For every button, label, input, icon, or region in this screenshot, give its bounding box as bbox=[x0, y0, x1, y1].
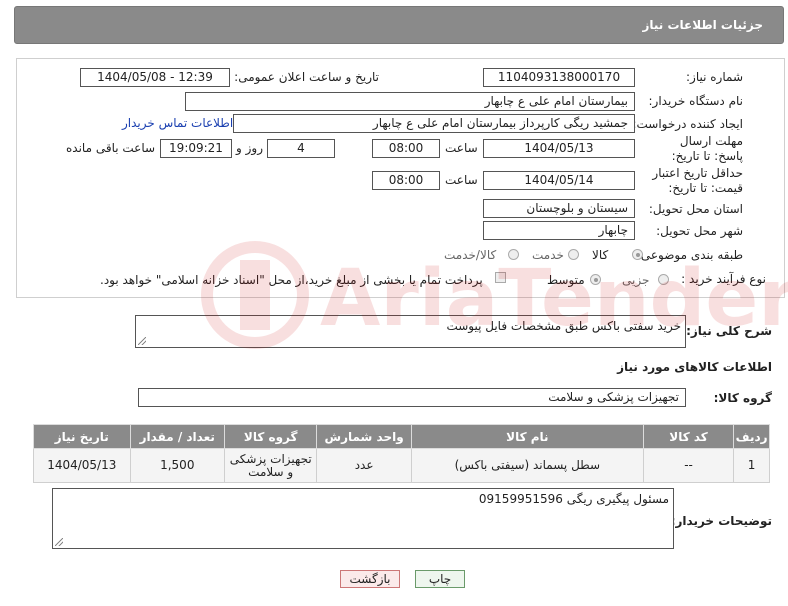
cell-quantity: 1,500 bbox=[129, 448, 226, 483]
category-goods-service-label: کالا/خدمت bbox=[444, 248, 497, 262]
category-goods-radio[interactable] bbox=[632, 249, 643, 260]
col-header-need-date: تاریخ نیاز bbox=[33, 424, 131, 449]
col-header-goods-name: نام کالا bbox=[410, 424, 644, 449]
goods-table-header-row: ردیف کد کالا نام کالا واحد شمارش گروه کا… bbox=[33, 424, 770, 449]
buyer-notes-text: مسئول پیگیری ریگی 09159951596 bbox=[478, 492, 669, 506]
announce-datetime-field[interactable]: 1404/05/08 - 12:39 bbox=[80, 68, 230, 87]
province-label: استان محل تحویل: bbox=[648, 202, 743, 216]
buyer-org-label: نام دستگاه خریدار: bbox=[648, 94, 744, 108]
reply-deadline-date-field[interactable]: 1404/05/13 bbox=[483, 139, 635, 158]
cell-goods-name: سطل پسماند (سیفتی باکس) bbox=[410, 448, 644, 483]
description-label: شرح کلی نیاز: bbox=[686, 324, 772, 338]
goods-info-title: اطلاعات کالاهای مورد نیاز bbox=[617, 360, 772, 374]
reply-deadline-label: مهلت ارسال پاسخ: تا تاریخ: bbox=[671, 134, 743, 163]
description-textarea[interactable]: خرید سفتی باکس طبق مشخصات فایل پیوست bbox=[135, 315, 686, 348]
description-text: خرید سفتی باکس طبق مشخصات فایل پیوست bbox=[446, 319, 681, 333]
page-title: جزئیات اطلاعات نیاز bbox=[642, 18, 763, 32]
buyer-notes-label: توضیحات خریدار: bbox=[670, 514, 772, 528]
treasury-checkbox[interactable] bbox=[495, 272, 506, 283]
price-validity-time-label: ساعت bbox=[445, 173, 478, 187]
need-number-field[interactable]: 1104093138000170 bbox=[483, 68, 635, 87]
page-header: جزئیات اطلاعات نیاز bbox=[14, 6, 784, 44]
city-field[interactable]: چابهار bbox=[483, 221, 635, 240]
requester-label: ایجاد کننده درخواست: bbox=[632, 117, 743, 131]
reply-deadline-time-field[interactable]: 08:00 bbox=[372, 139, 440, 158]
purchase-medium-radio[interactable] bbox=[590, 274, 601, 285]
category-service-label: خدمت bbox=[532, 248, 564, 262]
back-button[interactable]: بازگشت bbox=[340, 570, 400, 588]
price-validity-time-field[interactable]: 08:00 bbox=[372, 171, 440, 190]
purchase-type-label: نوع فرآیند خرید : bbox=[681, 272, 766, 286]
need-number-label: شماره نیاز: bbox=[686, 70, 743, 84]
cell-row-number: 1 bbox=[733, 448, 770, 483]
reply-days-field[interactable]: 4 bbox=[267, 139, 335, 158]
price-validity-label: حداقل تاریخ اعتبار قیمت: تا تاریخ: bbox=[652, 166, 743, 195]
col-header-goods-code: کد کالا bbox=[642, 424, 735, 449]
buyer-contact-link[interactable]: اطلاعات تماس خریدار bbox=[122, 116, 233, 130]
col-header-quantity: تعداد / مقدار bbox=[129, 424, 226, 449]
price-validity-date-field[interactable]: 1404/05/14 bbox=[483, 171, 635, 190]
requester-field[interactable]: جمشید ریگی کارپرداز بیمارستان امام علی ع… bbox=[233, 114, 635, 133]
cell-goods-code: -- bbox=[642, 448, 735, 483]
purchase-minor-label: جزیی bbox=[622, 273, 650, 287]
table-row: 1 -- سطل پسماند (سیفتی باکس) عدد تجهیزات… bbox=[33, 448, 770, 483]
remaining-time-field[interactable]: 19:09:21 bbox=[160, 139, 232, 158]
category-label: طبقه بندی موضوعی: bbox=[636, 248, 743, 262]
purchase-medium-label: متوسط bbox=[547, 273, 585, 287]
col-header-unit: واحد شمارش bbox=[316, 424, 412, 449]
cell-need-date: 1404/05/13 bbox=[33, 448, 131, 483]
print-button[interactable]: چاپ bbox=[415, 570, 465, 588]
reply-days-label: روز و bbox=[236, 141, 263, 155]
remaining-time-label: ساعت باقی مانده bbox=[66, 141, 156, 155]
category-service-radio[interactable] bbox=[568, 249, 579, 260]
cell-goods-group: تجهیزات پزشکی و سلامت bbox=[223, 448, 318, 483]
cell-unit: عدد bbox=[316, 448, 412, 483]
purchase-minor-radio[interactable] bbox=[658, 274, 669, 285]
buyer-org-field[interactable]: بیمارستان امام علی ع چابهار bbox=[185, 92, 635, 111]
goods-table: ردیف کد کالا نام کالا واحد شمارش گروه کا… bbox=[33, 424, 770, 483]
category-goods-label: کالا bbox=[592, 248, 609, 262]
treasury-note: پرداخت تمام یا بخشی از مبلغ خرید،از محل … bbox=[100, 273, 483, 287]
category-goods-service-radio[interactable] bbox=[508, 249, 519, 260]
reply-deadline-time-label: ساعت bbox=[445, 141, 478, 155]
goods-group-label: گروه کالا: bbox=[713, 391, 772, 405]
announce-datetime-label: تاریخ و ساعت اعلان عمومی: bbox=[234, 70, 379, 84]
province-field[interactable]: سیستان و بلوچستان bbox=[483, 199, 635, 218]
buyer-notes-textarea[interactable]: مسئول پیگیری ریگی 09159951596 bbox=[52, 488, 674, 549]
col-header-row-number: ردیف bbox=[733, 424, 770, 449]
resize-handle-icon[interactable] bbox=[138, 337, 146, 345]
resize-handle-icon[interactable] bbox=[55, 538, 63, 546]
goods-group-field[interactable]: تجهیزات پزشکی و سلامت bbox=[138, 388, 686, 407]
city-label: شهر محل تحویل: bbox=[656, 224, 743, 238]
col-header-goods-group: گروه کالا bbox=[223, 424, 318, 449]
